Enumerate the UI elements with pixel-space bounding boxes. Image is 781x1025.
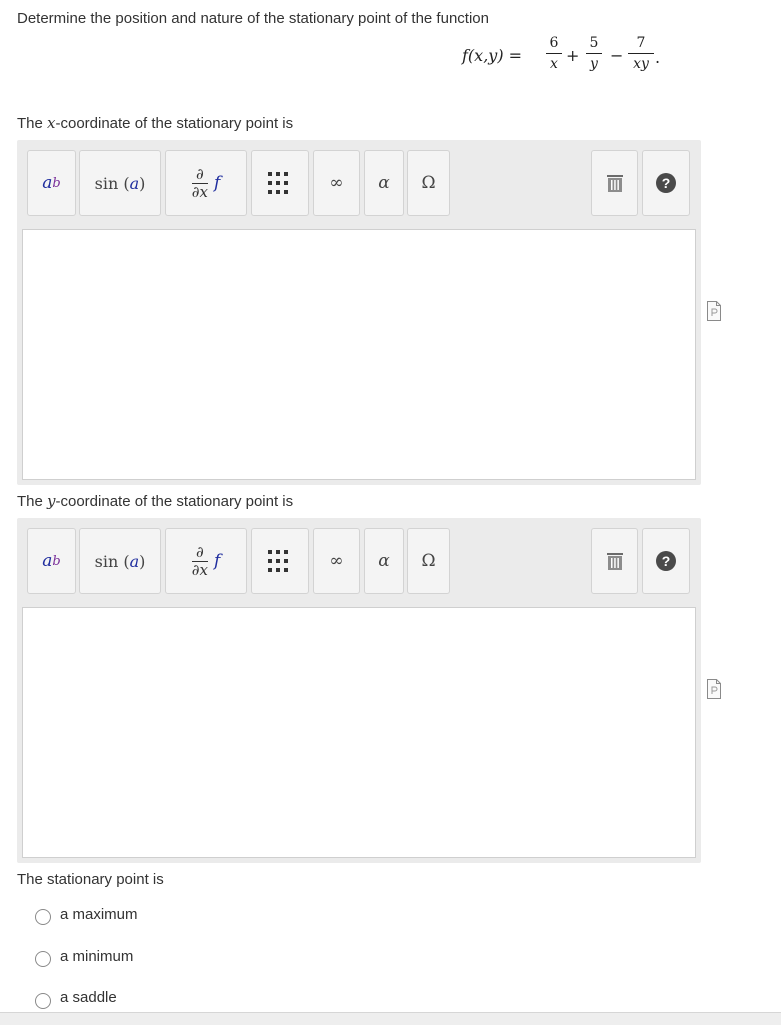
symbols-omega-button[interactable]: Ω <box>407 528 450 594</box>
alpha-icon: α <box>378 551 390 571</box>
option-label-minimum[interactable]: a minimum <box>60 948 133 965</box>
minus-operator: − <box>610 46 624 65</box>
alpha-icon: α <box>378 173 390 193</box>
plus-operator: + <box>566 46 580 65</box>
trash-icon <box>606 553 623 570</box>
matrix-icon <box>268 550 288 572</box>
formula-period: . <box>655 48 661 67</box>
function-formula: f(x,y) = 6 x + 5 y − 7 xy . <box>462 34 668 82</box>
stationary-point-nature-label: The stationary point is <box>17 871 164 888</box>
power-button[interactable]: ab <box>27 150 76 216</box>
partial-derivative-button[interactable]: ∂ ∂x f <box>165 150 247 216</box>
document-icon[interactable] <box>707 679 721 699</box>
bottom-scroll-bar <box>0 1012 781 1025</box>
option-label-maximum[interactable]: a maximum <box>60 906 138 923</box>
sin-function-button[interactable]: sin (a) <box>79 528 161 594</box>
radio-saddle[interactable] <box>35 993 51 1009</box>
y-coordinate-input[interactable] <box>22 607 696 858</box>
matrix-button[interactable] <box>251 528 309 594</box>
infinity-icon: ∞ <box>329 551 344 571</box>
help-button[interactable]: ? <box>642 150 690 216</box>
symbols-omega-button[interactable]: Ω <box>407 150 450 216</box>
help-icon: ? <box>656 551 676 571</box>
clear-button[interactable] <box>591 150 638 216</box>
y-coordinate-label: The y-coordinate of the stationary point… <box>17 492 294 510</box>
matrix-button[interactable] <box>251 150 309 216</box>
infinity-icon: ∞ <box>329 173 344 193</box>
question-prompt: Determine the position and nature of the… <box>17 10 489 27</box>
document-icon[interactable] <box>707 301 721 321</box>
fraction-7-over-xy: 7 xy <box>628 34 654 73</box>
sin-function-button[interactable]: sin (a) <box>79 150 161 216</box>
radio-minimum[interactable] <box>35 951 51 967</box>
x-coordinate-input[interactable] <box>22 229 696 480</box>
radio-maximum[interactable] <box>35 909 51 925</box>
trash-icon <box>606 175 623 192</box>
greek-alpha-button[interactable]: α <box>364 150 404 216</box>
infinity-button[interactable]: ∞ <box>313 528 360 594</box>
matrix-icon <box>268 172 288 194</box>
formula-lhs: f(x,y) = <box>462 46 523 65</box>
omega-icon: Ω <box>421 173 436 193</box>
option-label-saddle[interactable]: a saddle <box>60 989 117 1006</box>
omega-icon: Ω <box>421 551 436 571</box>
fraction-5-over-y: 5 y <box>586 34 602 73</box>
help-button[interactable]: ? <box>642 528 690 594</box>
y-coordinate-editor: ab sin (a) ∂ ∂x f ∞ α Ω ? <box>17 518 701 863</box>
clear-button[interactable] <box>591 528 638 594</box>
partial-derivative-button[interactable]: ∂ ∂x f <box>165 528 247 594</box>
infinity-button[interactable]: ∞ <box>313 150 360 216</box>
greek-alpha-button[interactable]: α <box>364 528 404 594</box>
help-icon: ? <box>656 173 676 193</box>
x-coordinate-editor: ab sin (a) ∂ ∂x f ∞ α Ω ? <box>17 140 701 485</box>
fraction-6-over-x: 6 x <box>546 34 562 73</box>
power-button[interactable]: ab <box>27 528 76 594</box>
x-coordinate-label: The x-coordinate of the stationary point… <box>17 114 294 132</box>
